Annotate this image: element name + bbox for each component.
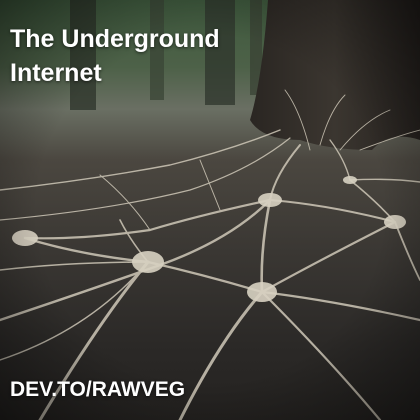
site-url: DEV.TO/RAWVEG (10, 378, 186, 401)
cover-card: The Underground Internet DEV.TO/RAWVEG (0, 0, 420, 420)
card-title: The Underground Internet (10, 25, 220, 87)
